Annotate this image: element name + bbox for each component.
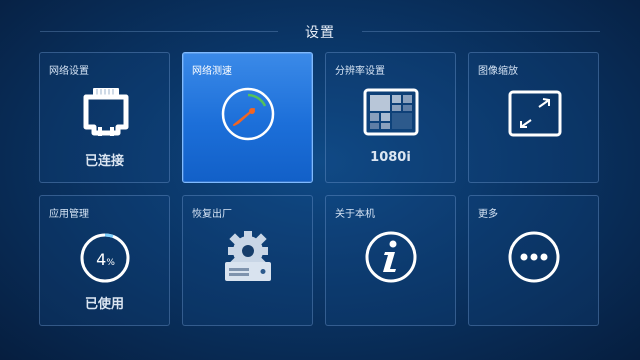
storage-usage-status: 已使用 [84, 297, 124, 312]
more-dots-icon [508, 231, 560, 283]
header-divider-right [362, 31, 600, 32]
tile-network-speed-test[interactable]: 网络测速 [182, 52, 313, 183]
resolution-value: 1080i [370, 150, 411, 165]
tile-about-device[interactable]: 关于本机 [325, 195, 456, 326]
expand-arrows-icon [508, 90, 562, 137]
tile-app-management[interactable]: 应用管理 4% 已使用 [39, 195, 170, 326]
page-title: 设置 [305, 25, 335, 41]
network-status: 已连接 [84, 154, 124, 169]
tile-network-settings[interactable]: 网络设置 已连接 [39, 52, 170, 183]
info-icon [365, 231, 417, 283]
gear-server-icon [225, 231, 271, 281]
page-header: 设置 [0, 0, 640, 44]
tile-more[interactable]: 更多 [468, 195, 599, 326]
tile-image-zoom[interactable]: 图像缩放 [468, 52, 599, 183]
storage-usage-percent: 4% [96, 250, 115, 269]
tile-resolution-settings[interactable]: 分辨率设置 1080i [325, 52, 456, 183]
tile-factory-reset[interactable]: 恢复出厂 [182, 195, 313, 326]
speedometer-icon [221, 87, 275, 141]
